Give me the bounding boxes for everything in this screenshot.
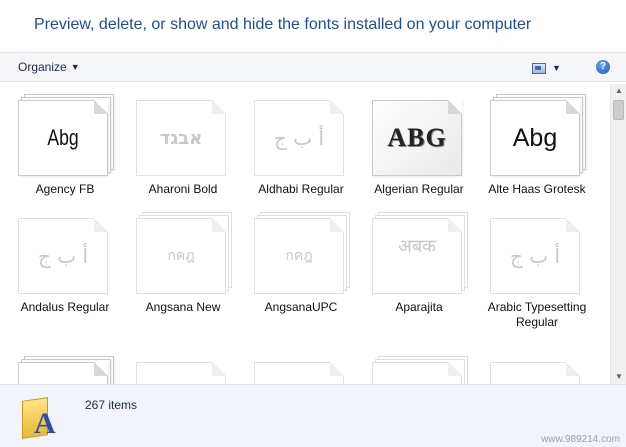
font-item-andalus-regular[interactable]: أ ب ج Andalus Regular [0,202,110,314]
font-item[interactable] [118,346,228,384]
font-item-aparajita[interactable]: अबक Aparajita [354,202,468,314]
font-sample: אבגד [159,127,203,149]
view-options-icon [532,62,546,74]
scroll-up-arrow-icon[interactable]: ▲ [611,84,626,98]
font-item-agency-fb[interactable]: Abg Agency FB [0,84,114,196]
font-name: Andalus Regular [20,300,110,314]
fonts-folder-icon: A [20,395,64,440]
font-thumbnail: กคฎ [254,212,350,294]
font-name: Agency FB [35,182,95,196]
organize-label: Organize [18,60,67,74]
font-thumbnail: Abg [18,94,114,176]
font-name: Alte Haas Grotesk [488,182,586,196]
font-item[interactable] [0,346,114,384]
font-thumbnail: Abg [490,94,586,176]
font-item[interactable] [236,346,346,384]
font-name: Angsana New [145,300,221,314]
font-sample: ABG [387,123,447,152]
item-count: 267 items [85,398,138,412]
page-header-title: Preview, delete, or show and hide the fo… [34,16,532,33]
font-name: Aparajita [395,300,443,314]
font-sample: أ ب ج [37,244,88,268]
font-thumbnail: กคฎ [136,212,232,294]
font-item-aldhabi-regular[interactable]: أ ب ج Aldhabi Regular [236,84,346,196]
font-item[interactable] [472,346,582,384]
font-sample: Abg [47,125,79,150]
watermark: www.989214.com [541,434,620,445]
font-thumbnail: أ ب ج [254,94,350,176]
font-sample: أ ب ج [273,126,324,150]
font-thumbnail [136,356,232,384]
font-thumbnail [18,356,114,384]
font-thumbnail: अबक [372,212,468,294]
font-grid: Abg Agency FB אבגד Aharoni Bold أ ب ج Al… [0,84,610,384]
font-sample: أ ب ج [509,244,560,268]
chevron-down-icon: ▼ [552,63,561,73]
organize-button[interactable]: Organize ▼ [18,60,80,74]
font-item-angsanaupc[interactable]: กคฎ AngsanaUPC [236,202,350,314]
font-thumbnail [254,356,350,384]
font-sample: กคฎ [285,248,313,264]
font-sample: अबक [398,236,436,257]
scroll-down-arrow-icon[interactable]: ▼ [611,370,626,384]
font-item[interactable] [354,346,468,384]
font-name: AngsanaUPC [264,300,338,314]
font-name: Algerian Regular [374,182,464,196]
font-sample: Abg [512,123,558,152]
scroll-thumb[interactable] [613,100,624,120]
font-thumbnail: أ ب ج [490,212,586,294]
chevron-down-icon: ▼ [70,62,80,72]
details-pane: A 267 items www.989214.com [0,384,626,447]
font-thumbnail: ABG [372,94,468,176]
vertical-scrollbar[interactable]: ▲ ▼ [610,84,626,384]
font-name: Aldhabi Regular [258,182,344,196]
command-bar: Organize ▼ ▼ ? [0,52,626,82]
font-thumbnail: אבגד [136,94,232,176]
font-item-aharoni-bold[interactable]: אבגד Aharoni Bold [118,84,228,196]
font-sample: กคฎ [167,248,195,264]
help-icon[interactable]: ? [596,60,610,74]
font-item-arabic-typesetting-regular[interactable]: أ ب ج Arabic Typesetting Regular [472,202,586,329]
font-item-alte-haas-grotesk[interactable]: Abg Alte Haas Grotesk [472,84,586,196]
font-name: Arabic Typesetting Regular [487,300,587,329]
font-thumbnail [372,356,468,384]
font-name: Aharoni Bold [148,182,218,196]
font-item-angsana-new[interactable]: กคฎ Angsana New [118,202,232,314]
font-item-algerian-regular[interactable]: ABG Algerian Regular [354,84,464,196]
change-view-button[interactable]: ▼ [532,60,572,76]
font-thumbnail: أ ب ج [18,212,114,294]
font-thumbnail [490,356,586,384]
